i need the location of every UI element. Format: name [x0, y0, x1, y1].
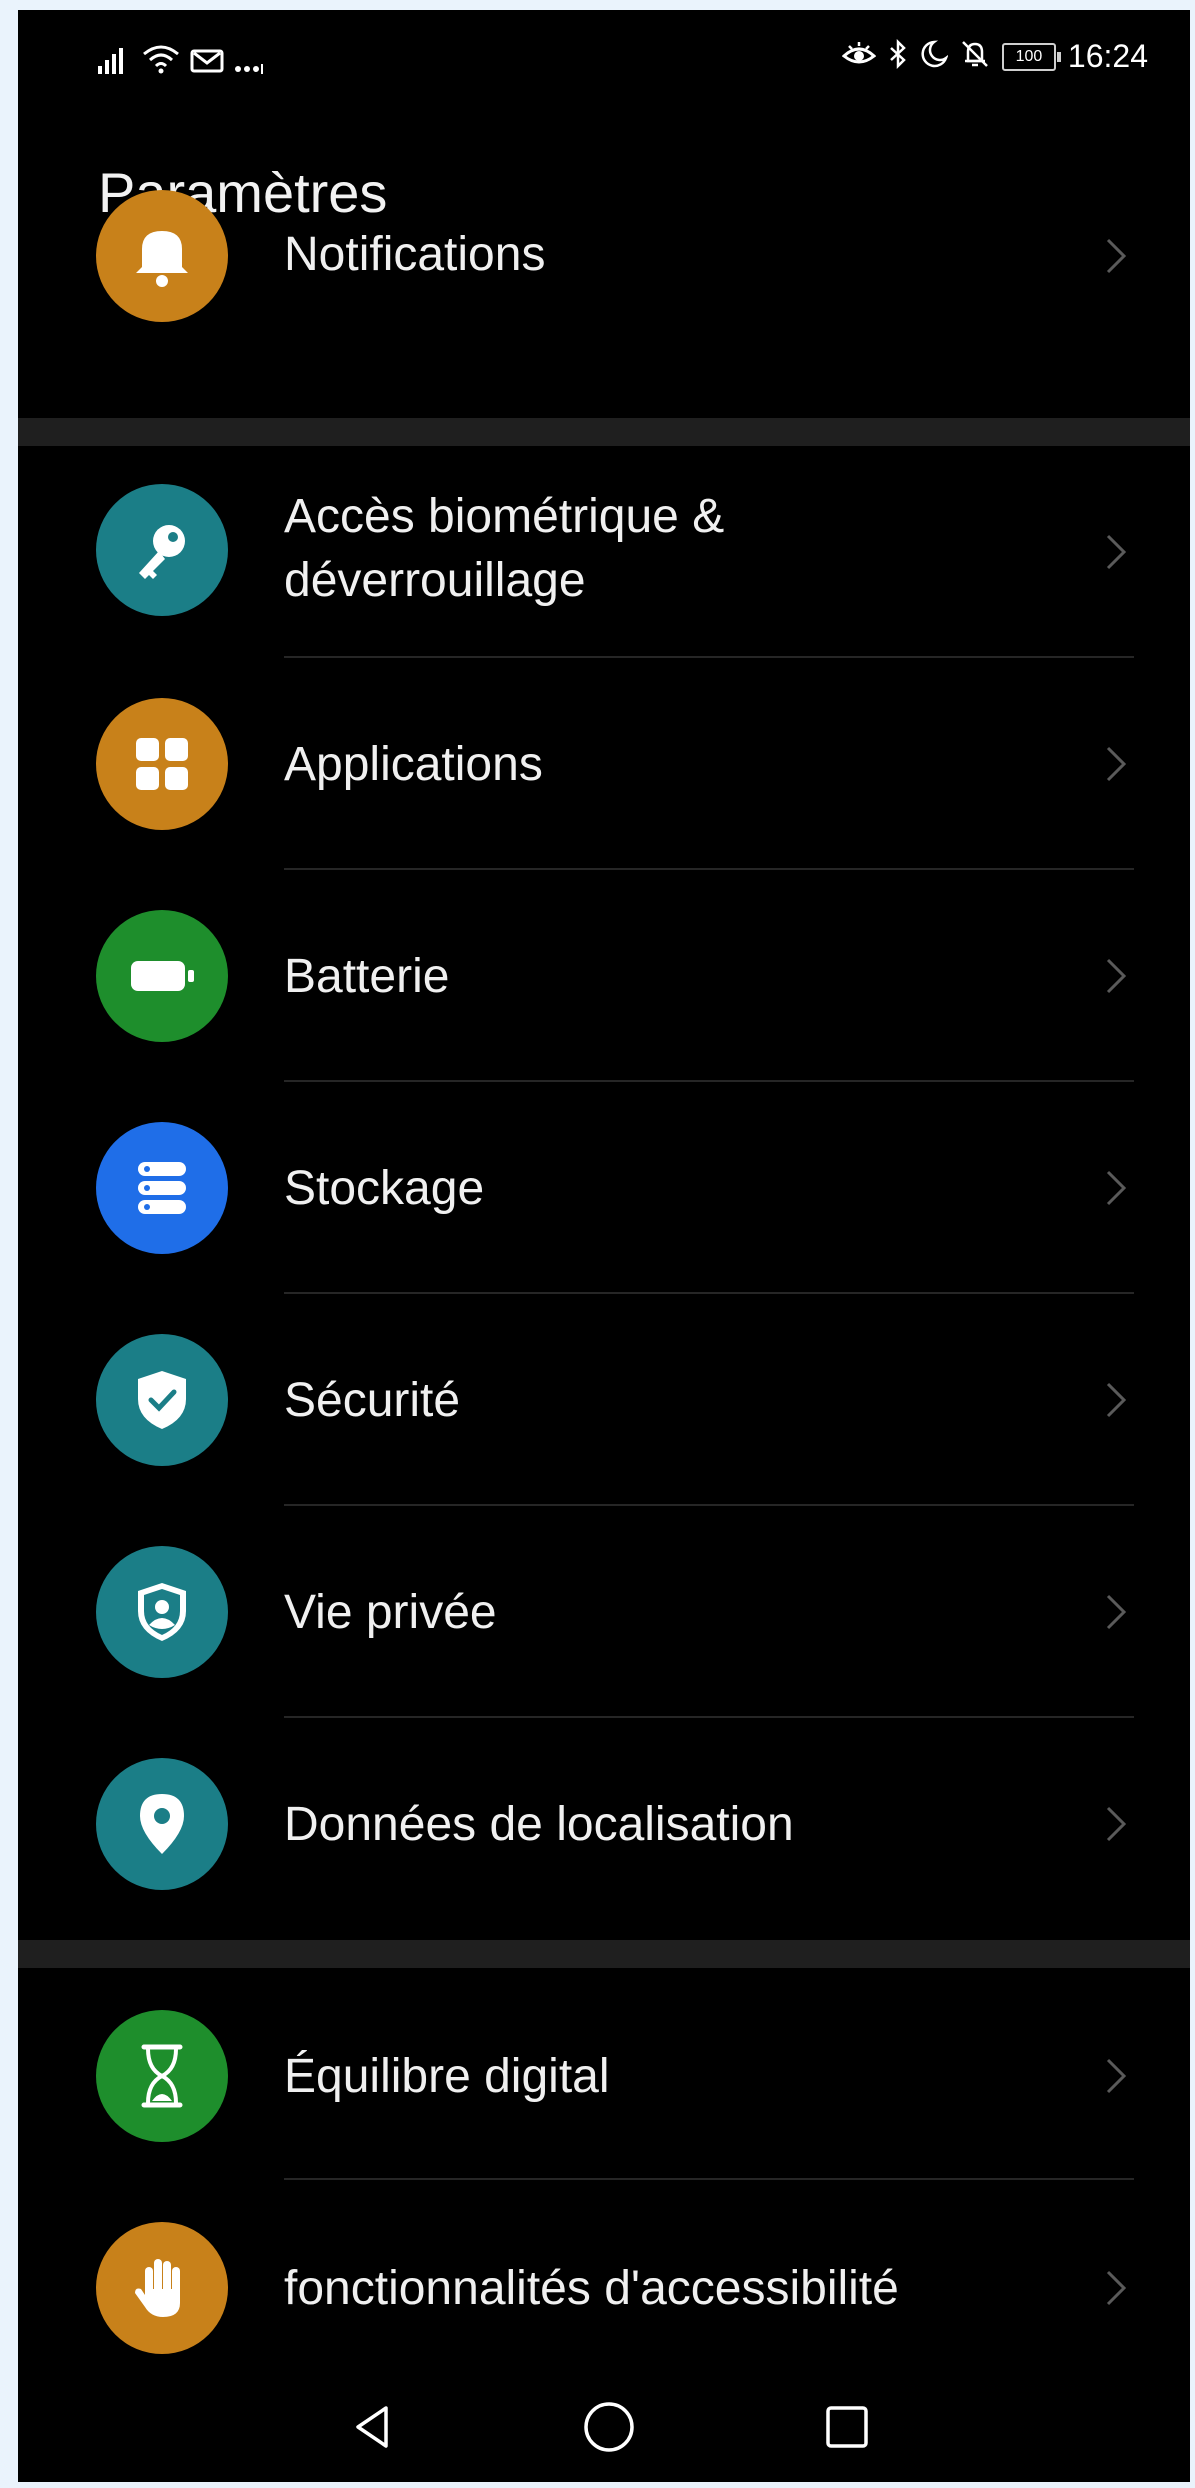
- storage-icon: [96, 1122, 228, 1254]
- do-not-disturb-icon: [920, 39, 949, 74]
- key-icon: [96, 484, 228, 616]
- bluetooth-icon: [888, 38, 908, 74]
- chevron-right-icon: [1096, 2046, 1136, 2106]
- more-dots-icon: [234, 61, 264, 79]
- chevron-right-icon: [1096, 522, 1136, 582]
- settings-item-applications[interactable]: Applications: [18, 658, 1190, 870]
- settings-item-digital-balance[interactable]: Équilibre digital: [18, 1968, 1190, 2180]
- settings-item-label: Applications: [284, 738, 543, 791]
- notifications-off-icon: [960, 39, 990, 74]
- chevron-right-icon: [1096, 1158, 1136, 1218]
- settings-item-privacy[interactable]: Vie privée: [18, 1506, 1190, 1718]
- wifi-icon: [142, 44, 180, 79]
- settings-item-notifications[interactable]: Notifications: [18, 190, 1190, 398]
- status-bar: 100 16:24: [18, 10, 1190, 110]
- settings-item-label: Sécurité: [284, 1374, 461, 1427]
- settings-item-label-line1: Accès biométrique &: [284, 490, 725, 543]
- home-icon[interactable]: [574, 2392, 644, 2462]
- location-pin-icon: [96, 1758, 228, 1890]
- battery-indicator: 100: [1001, 42, 1061, 71]
- settings-item-label: Données de localisation: [284, 1798, 794, 1851]
- chevron-right-icon: [1096, 226, 1136, 286]
- settings-item-label: fonctionnalités d'accessibilité: [284, 2262, 899, 2315]
- settings-screen: 100 16:24 Paramètres Notifications Accès: [18, 10, 1190, 2482]
- settings-item-label: Équilibre digital: [284, 2050, 610, 2103]
- hand-icon: [96, 2222, 228, 2354]
- settings-item-biometrics[interactable]: Accès biométrique & déverrouillage: [18, 446, 1190, 658]
- message-icon: [190, 48, 224, 79]
- privacy-icon: [96, 1546, 228, 1678]
- chevron-right-icon: [1096, 1582, 1136, 1642]
- chevron-right-icon: [1096, 1370, 1136, 1430]
- apps-grid-icon: [96, 698, 228, 830]
- signal-icon: [98, 46, 132, 79]
- section-separator: [18, 418, 1190, 446]
- clock: 16:24: [1067, 38, 1148, 74]
- settings-item-battery[interactable]: Batterie: [18, 870, 1190, 1082]
- chevron-right-icon: [1096, 2258, 1136, 2318]
- back-icon[interactable]: [338, 2392, 408, 2462]
- eye-comfort-icon: [841, 40, 877, 73]
- settings-item-label: Stockage: [284, 1162, 485, 1215]
- recents-icon[interactable]: [812, 2392, 882, 2462]
- chevron-right-icon: [1096, 1794, 1136, 1854]
- shield-check-icon: [96, 1334, 228, 1466]
- chevron-right-icon: [1096, 734, 1136, 794]
- chevron-right-icon: [1096, 946, 1136, 1006]
- settings-item-location[interactable]: Données de localisation: [18, 1718, 1190, 1930]
- navigation-bar: [18, 2362, 1190, 2482]
- settings-item-accessibility[interactable]: fonctionnalités d'accessibilité: [18, 2180, 1190, 2362]
- settings-item-label: Batterie: [284, 950, 450, 1003]
- bell-icon: [96, 190, 228, 322]
- settings-item-security[interactable]: Sécurité: [18, 1294, 1190, 1506]
- battery-icon: [96, 910, 228, 1042]
- settings-item-label-line2: déverrouillage: [284, 554, 586, 607]
- settings-item-label: Vie privée: [284, 1586, 497, 1639]
- settings-item-storage[interactable]: Stockage: [18, 1082, 1190, 1294]
- settings-item-label: Notifications: [284, 228, 546, 281]
- section-separator: [18, 1940, 1190, 1968]
- hourglass-icon: [96, 2010, 228, 2142]
